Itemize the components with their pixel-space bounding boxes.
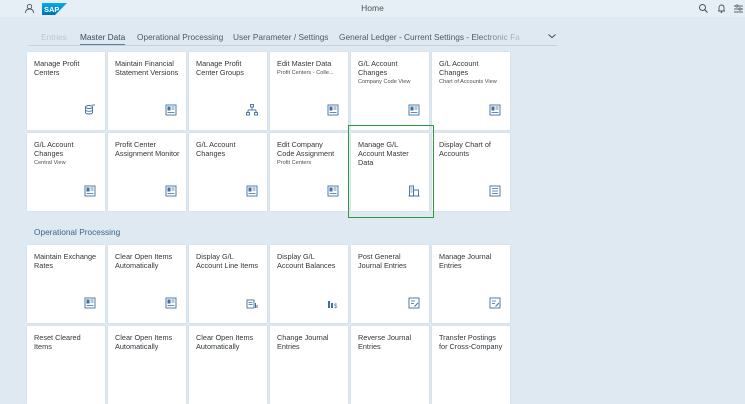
tab-entries[interactable]: Entries	[41, 32, 67, 42]
tile-reset-cleared-items[interactable]: Reset Cleared Items	[27, 326, 105, 404]
tile-edit-master-data[interactable]: Edit Master Data Profit Centers - Colle.…	[270, 52, 348, 130]
ledger-icon	[165, 185, 177, 197]
list-icon	[489, 185, 501, 197]
ledger-icon	[165, 297, 177, 309]
ledger-icon	[489, 104, 501, 116]
tile-subtitle: Central View	[34, 159, 66, 166]
ledger-icon	[84, 297, 96, 309]
tile-gl-account-changes[interactable]: G/L Account Changes	[189, 133, 267, 211]
tile-title: Change Journal Entries	[277, 333, 329, 351]
tile-subtitle: Profit Centers	[277, 159, 312, 166]
tile-title: Transfer Postings for Cross-Company	[439, 333, 503, 351]
ledger-icon	[84, 185, 96, 197]
tab-operational-processing[interactable]: Operational Processing	[137, 32, 223, 42]
tile-subtitle: Profit Centers - Colle...	[277, 69, 334, 76]
tile-edit-company-code-assignment[interactable]: Edit Company Code Assignment Profit Cent…	[270, 133, 348, 211]
shell-bar: SAP Home	[0, 0, 745, 17]
tile-manage-profit-centers[interactable]: Manage Profit Centers	[27, 52, 105, 130]
tile-title: Clear Open Items Automatically	[115, 252, 173, 270]
tile-title: Manage Profit Centers	[34, 59, 80, 77]
anchor-divider	[28, 45, 557, 46]
ledger-icon	[327, 104, 339, 116]
tile-title: Display G/L Account Line Items	[196, 252, 259, 270]
tile-title: G/L Account Changes	[34, 140, 74, 158]
tile-gl-account-changes-central[interactable]: G/L Account Changes Central View	[27, 133, 105, 211]
tile-title: Maintain Financial Statement Versions	[115, 59, 179, 77]
chevron-down-icon[interactable]	[546, 31, 558, 41]
tile-manage-journal-entries[interactable]: Manage Journal Entries	[432, 245, 510, 323]
tile-title: Post General Journal Entries	[358, 252, 407, 270]
tile-title: Clear Open Items Automatically	[196, 333, 254, 351]
tile-maintain-financial-statement-versions[interactable]: Maintain Financial Statement Versions	[108, 52, 186, 130]
tile-title: G/L Account Changes	[358, 59, 398, 77]
tile-title: Profit Center Assignment Monitor	[115, 140, 180, 158]
building-icon	[408, 185, 420, 197]
line-items-icon	[246, 299, 258, 309]
tile-clear-open-items-automatically-2[interactable]: Clear Open Items Automatically	[108, 326, 186, 404]
ledger-icon	[246, 185, 258, 197]
tile-maintain-exchange-rates[interactable]: Maintain Exchange Rates	[27, 245, 105, 323]
tile-gl-account-changes-chart-of-accounts[interactable]: G/L Account Changes Chart of Accounts Vi…	[432, 52, 510, 130]
tile-title: Edit Master Data	[277, 59, 332, 68]
tile-title: Manage Profit Center Groups	[196, 59, 244, 77]
search-icon[interactable]	[698, 3, 709, 14]
svg-text:$: $	[334, 304, 338, 309]
tile-subtitle: Company Code View	[358, 78, 411, 85]
tile-title: Display G/L Account Balances	[277, 252, 336, 270]
tile-title: Manage G/L Account Master Data	[358, 140, 409, 167]
tile-manage-gl-account-master-data[interactable]: Manage G/L Account Master Data	[351, 133, 429, 211]
ledger-icon	[327, 185, 339, 197]
post-icon	[408, 297, 420, 309]
tile-display-gl-account-balances[interactable]: Display G/L Account Balances $	[270, 245, 348, 323]
tile-title: Clear Open Items Automatically	[115, 333, 173, 351]
balance-icon: $	[328, 301, 338, 309]
tile-clear-open-items-automatically-3[interactable]: Clear Open Items Automatically	[189, 326, 267, 404]
tile-title: Edit Company Code Assignment	[277, 140, 335, 158]
hierarchy-icon	[246, 104, 258, 116]
tile-change-journal-entries[interactable]: Change Journal Entries	[270, 326, 348, 404]
tile-title: Reverse Journal Entries	[358, 333, 412, 351]
ledger-icon	[165, 104, 177, 116]
tile-subtitle: Chart of Accounts View	[439, 78, 497, 85]
tile-title: G/L Account Changes	[439, 59, 479, 77]
post-icon	[489, 297, 501, 309]
tile-title: Reset Cleared Items	[34, 333, 81, 351]
tile-profit-center-assignment-monitor[interactable]: Profit Center Assignment Monitor	[108, 133, 186, 211]
tile-title: Manage Journal Entries	[439, 252, 492, 270]
ledger-icon	[408, 104, 420, 116]
tab-master-data[interactable]: Master Data	[80, 32, 126, 46]
tile-reverse-journal-entries[interactable]: Reverse Journal Entries	[351, 326, 429, 404]
tile-post-general-journal-entries[interactable]: Post General Journal Entries	[351, 245, 429, 323]
tab-user-parameter-settings[interactable]: User Parameter / Settings	[233, 32, 328, 42]
tile-display-gl-account-line-items[interactable]: Display G/L Account Line Items	[189, 245, 267, 323]
tile-clear-open-items-automatically[interactable]: Clear Open Items Automatically	[108, 245, 186, 323]
tile-title: G/L Account Changes	[196, 140, 236, 158]
settings-icon[interactable]	[733, 3, 744, 14]
section-title-operational-processing: Operational Processing	[34, 227, 121, 237]
tile-manage-profit-center-groups[interactable]: Manage Profit Center Groups	[189, 52, 267, 130]
tile-transfer-postings-cross-company[interactable]: Transfer Postings for Cross-Company	[432, 326, 510, 404]
tile-title: Display Chart of Accounts	[439, 140, 491, 158]
bell-icon[interactable]	[716, 3, 727, 14]
database-icon	[85, 104, 95, 115]
tile-display-chart-of-accounts[interactable]: Display Chart of Accounts	[432, 133, 510, 211]
tile-title: Maintain Exchange Rates	[34, 252, 97, 270]
tab-fade-overlay	[475, 28, 537, 44]
page-title: Home	[361, 3, 384, 13]
tile-gl-account-changes-company-code[interactable]: G/L Account Changes Company Code View	[351, 52, 429, 130]
